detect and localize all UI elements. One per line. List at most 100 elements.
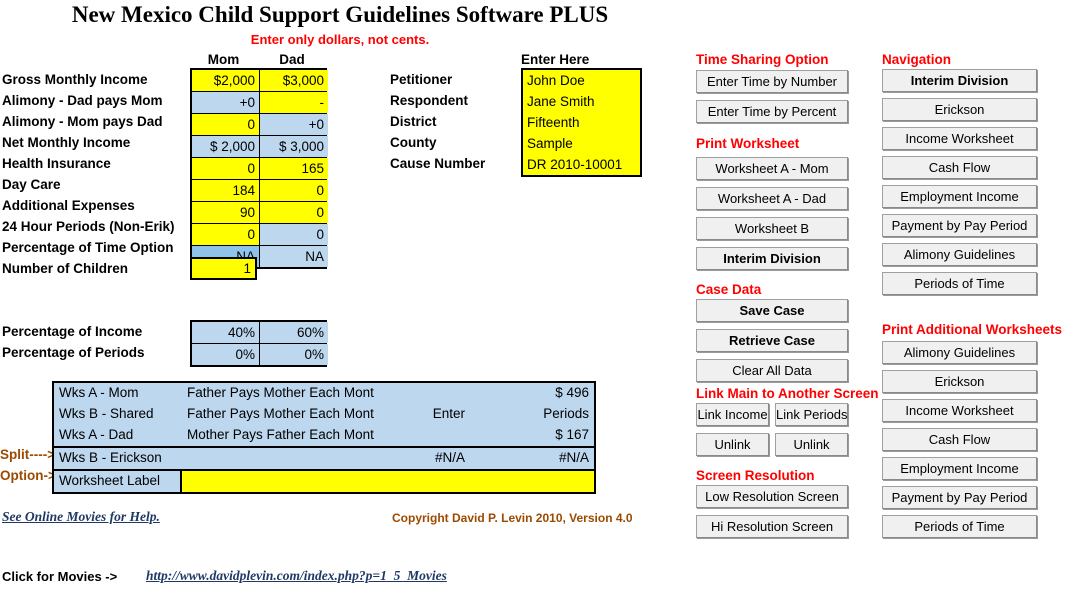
copyright-text: Copyright David P. Levin 2010, Version 4… — [392, 511, 633, 525]
action-button[interactable]: Employment Income — [882, 185, 1037, 208]
summary-name: Wks A - Dad — [59, 427, 134, 442]
summary-mid — [374, 383, 470, 404]
action-button[interactable]: Cash Flow — [882, 428, 1037, 451]
action-button[interactable]: Save Case — [696, 299, 848, 322]
screen-resolution-heading: Screen Resolution — [696, 468, 815, 483]
income-cell-mom[interactable]: 184 — [192, 180, 259, 201]
percentage-table: 40% 60% 0% 0% — [190, 320, 328, 367]
case-info-input[interactable]: DR 2010-10001 — [523, 154, 640, 175]
summary-name: Wks B - Erickson — [59, 450, 162, 465]
income-cell-mom[interactable]: +0 — [192, 92, 259, 113]
action-button[interactable]: Retrieve Case — [696, 329, 848, 352]
action-button[interactable]: Payment by Pay Period — [882, 214, 1037, 237]
action-button[interactable]: Erickson — [882, 98, 1037, 121]
option-label: Option-> — [0, 468, 56, 483]
action-button[interactable]: Periods of Time — [882, 272, 1037, 295]
action-button[interactable]: Enter Time by Percent — [696, 100, 848, 123]
income-row-label: Net Monthly Income — [2, 135, 131, 150]
summary-name: Wks B - Shared — [59, 406, 154, 421]
summary-mid: #N/A — [434, 450, 465, 465]
case-info-input[interactable]: Fifteenth — [523, 112, 640, 133]
income-cell-dad[interactable]: 0 — [260, 180, 328, 201]
online-movies-link[interactable]: See Online Movies for Help. — [2, 509, 160, 525]
column-header-mom: Mom — [207, 52, 240, 67]
case-info-label: Respondent — [390, 93, 469, 108]
summary-desc: Mother Pays Father Each Month — [187, 427, 374, 442]
results-summary-table: Wks A - Mom Father Pays Mother Each Month… — [52, 381, 596, 494]
income-table: $2,000 $3,000 +0-0 +0 $ 2,000 $ 3,000 0 165 184 0… — [190, 68, 328, 269]
action-button[interactable]: Clear All Data — [696, 359, 848, 382]
action-button[interactable]: Worksheet A - Dad — [696, 187, 848, 210]
action-button[interactable]: Income Worksheet — [882, 399, 1037, 422]
action-button[interactable]: Worksheet A - Mom — [696, 157, 848, 180]
income-cell-dad[interactable]: - — [260, 92, 328, 113]
case-info-label: Petitioner — [390, 72, 453, 87]
summary-desc: Father Pays Mother Each Month — [187, 385, 374, 400]
table-row: Wks A - Mom Father Pays Mother Each Month… — [54, 383, 594, 404]
page-title: New Mexico Child Support Guidelines Soft… — [71, 2, 609, 27]
summary-amount: Periods — [543, 406, 589, 421]
worksheet-label-input[interactable] — [182, 471, 594, 492]
income-row-label: Day Care — [2, 177, 61, 192]
income-cell-dad[interactable]: 0 — [260, 202, 328, 223]
action-button[interactable]: Unlink — [696, 433, 769, 456]
percentage-cell-mom: 0% — [192, 344, 259, 365]
link-screen-heading: Link Main to Another Screen — [696, 386, 879, 401]
enter-here-header: Enter Here — [521, 52, 590, 67]
case-data-heading: Case Data — [696, 282, 762, 297]
income-cell-mom[interactable]: $2,000 — [192, 70, 259, 91]
action-button[interactable]: Alimony Guidelines — [882, 243, 1037, 266]
income-row-label: Gross Monthly Income — [2, 72, 148, 87]
worksheet-label-row: Worksheet Label — [54, 469, 594, 492]
income-row-label: Alimony - Dad pays Mom — [2, 93, 163, 108]
income-cell-mom[interactable]: 90 — [192, 202, 259, 223]
table-row: Wks A - Dad Mother Pays Father Each Month… — [54, 425, 594, 446]
action-button[interactable]: Periods of Time — [882, 515, 1037, 538]
case-info-input[interactable]: John Doe — [523, 70, 640, 91]
summary-amount: $ 496 — [555, 385, 589, 400]
income-cell-dad[interactable]: $3,000 — [260, 70, 328, 91]
income-cell-mom[interactable]: 0 — [192, 158, 259, 179]
action-button[interactable]: Enter Time by Number — [696, 70, 848, 93]
summary-desc: Father Pays Mother Each Month — [187, 406, 374, 421]
action-button[interactable]: Low Resolution Screen — [696, 485, 848, 508]
action-button[interactable]: Unlink — [775, 433, 848, 456]
summary-amount: #N/A — [558, 450, 589, 465]
action-button[interactable]: Income Worksheet — [882, 127, 1037, 150]
percentage-cell-mom: 40% — [192, 322, 259, 343]
action-button[interactable]: Link Periods — [775, 403, 848, 426]
case-info-input-box: John Doe Jane Smith Fifteenth Sample DR 2010… — [521, 68, 642, 177]
income-cell-dad[interactable]: $ 3,000 — [260, 136, 328, 157]
action-button[interactable]: Employment Income — [882, 457, 1037, 480]
action-button[interactable]: Hi Resolution Screen — [696, 515, 848, 538]
percentage-cell-dad: 60% — [260, 322, 328, 343]
income-row-label: 24 Hour Periods (Non-Erik) — [2, 219, 175, 234]
worksheet-label-name: Worksheet Label — [54, 471, 182, 492]
action-button[interactable]: Erickson — [882, 370, 1037, 393]
action-button[interactable]: Interim Division — [882, 69, 1037, 92]
case-info-input[interactable]: Jane Smith — [523, 91, 640, 112]
income-cell-mom[interactable]: $ 2,000 — [192, 136, 259, 157]
action-button[interactable]: Interim Division — [696, 247, 848, 270]
action-button[interactable]: Alimony Guidelines — [882, 341, 1037, 364]
income-cell-mom[interactable]: 0 — [192, 114, 259, 135]
income-cell-dad[interactable]: +0 — [260, 114, 328, 135]
income-row-label: Health Insurance — [2, 156, 111, 171]
income-cell-dad[interactable]: NA — [260, 246, 328, 267]
movies-url-link[interactable]: http://www.davidplevin.com/index.php?p=1… — [146, 568, 447, 584]
case-info-input[interactable]: Sample — [523, 133, 640, 154]
summary-desc — [182, 448, 374, 469]
action-button[interactable]: Worksheet B — [696, 217, 848, 240]
action-button[interactable]: Cash Flow — [882, 156, 1037, 179]
income-cell-dad[interactable]: 165 — [260, 158, 328, 179]
action-button[interactable]: Link Income — [696, 403, 769, 426]
income-cell-mom[interactable]: 0 — [192, 224, 259, 245]
table-row: Wks B - Erickson #N/A #N/A — [54, 446, 594, 469]
subtitle-note: Enter only dollars, not cents. — [250, 32, 430, 47]
print-worksheet-heading: Print Worksheet — [696, 136, 800, 151]
number-of-children-value[interactable]: 1 — [192, 259, 255, 278]
summary-name: Wks A - Mom — [59, 385, 139, 400]
income-row-label: Percentage of Time Option — [2, 240, 174, 255]
action-button[interactable]: Payment by Pay Period — [882, 486, 1037, 509]
income-cell-dad[interactable]: 0 — [260, 224, 328, 245]
